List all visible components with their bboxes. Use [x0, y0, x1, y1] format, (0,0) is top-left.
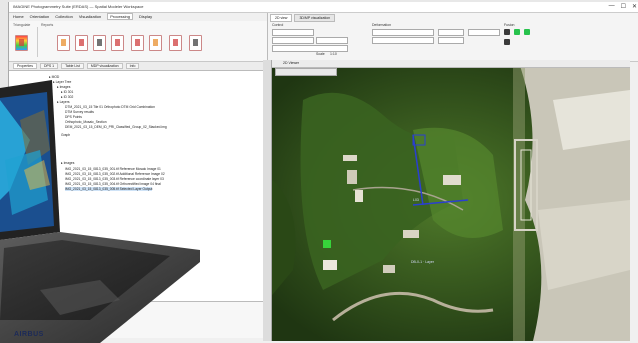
control-section-label: Control — [272, 23, 284, 27]
deformation-section-label: Deformation — [372, 23, 392, 27]
viewer-properties-panel: 2D view 3D/MP visualization Control Scal… — [267, 13, 638, 62]
scale-value: 1:10 — [330, 52, 337, 56]
fusion-section-label: Fusion — [504, 23, 515, 27]
laptop-illustration — [0, 80, 200, 343]
map-label-b: DB-0-1 · Layer — [411, 260, 434, 264]
map-label-a: L03 — [413, 198, 419, 202]
map-tab-bar: 2D Viewer — [263, 60, 630, 68]
deformation-field-1[interactable] — [372, 29, 434, 36]
deformation-field-5[interactable] — [468, 29, 500, 36]
maximize-button[interactable]: ☐ — [621, 3, 626, 10]
window-controls: — ☐ ✕ — [609, 3, 637, 10]
fusion-toggle-1[interactable] — [504, 29, 510, 35]
control-field-2[interactable] — [272, 37, 314, 44]
scale-label: Scale — [316, 52, 325, 56]
map-toolbar[interactable] — [275, 68, 337, 76]
close-button[interactable]: ✕ — [632, 3, 637, 10]
map-viewer[interactable]: 2D Viewer L03 DB-0-1 · Layer — [263, 60, 630, 341]
control-field-3[interactable] — [316, 37, 348, 44]
viewer-tabs: 2D view 3D/MP visualization — [270, 14, 336, 22]
fusion-toggle-4[interactable] — [504, 39, 510, 45]
control-field-4[interactable] — [272, 45, 348, 52]
control-field-1[interactable] — [272, 29, 314, 36]
minimize-button[interactable]: — — [609, 3, 615, 10]
deformation-field-3[interactable] — [438, 29, 464, 36]
deformation-field-4[interactable] — [438, 37, 464, 44]
map-tab-label[interactable]: 2D Viewer — [283, 61, 299, 65]
fusion-toggle-3[interactable] — [524, 29, 530, 35]
airbus-logo: AIRBUS — [14, 331, 44, 338]
map-vertical-scrollbar[interactable] — [263, 60, 272, 341]
tab-2d-view[interactable]: 2D view — [270, 14, 293, 22]
satellite-imagery[interactable] — [263, 60, 630, 341]
tab-3d-visualization[interactable]: 3D/MP visualization — [294, 14, 336, 22]
deformation-field-2[interactable] — [372, 37, 434, 44]
fusion-toggle-2[interactable] — [514, 29, 520, 35]
